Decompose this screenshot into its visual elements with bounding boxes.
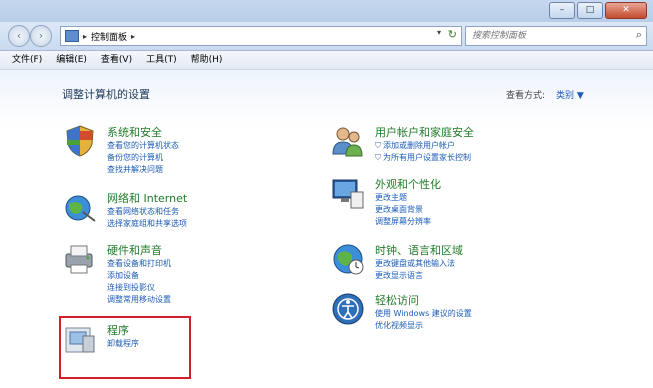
uac-shield-icon: ⛉ <box>375 153 381 162</box>
breadcrumb-separator[interactable]: ▸ <box>131 32 135 41</box>
back-arrow-icon: ‹ <box>16 29 22 42</box>
category-title[interactable]: 用户帐户和家庭安全 <box>375 124 474 140</box>
globe-clock-icon[interactable] <box>331 242 365 276</box>
shield-icon[interactable] <box>63 124 97 158</box>
link-add-remove-users[interactable]: ⛉ 添加或删除用户帐户 <box>375 140 471 152</box>
category-title[interactable]: 系统和安全 <box>107 124 162 140</box>
link-check-status[interactable]: 查看您的计算机状态 <box>107 140 179 152</box>
category-title[interactable]: 时钟、语言和区域 <box>375 242 463 258</box>
link-change-theme[interactable]: 更改主题 <box>375 192 431 204</box>
menu-tools[interactable]: 工具(T) <box>146 51 177 69</box>
highlight-box <box>59 316 191 379</box>
category-title[interactable]: 外观和个性化 <box>375 176 441 192</box>
link-keyboard-input[interactable]: 更改键盘或其他输入法 <box>375 258 455 270</box>
refresh-icon[interactable]: ↻ <box>448 28 457 41</box>
control-panel-icon <box>65 30 79 42</box>
minimize-button[interactable]: – <box>549 2 575 19</box>
link-network-status[interactable]: 查看网络状态和任务 <box>107 206 187 218</box>
window-controls: – □ ✕ <box>547 2 647 19</box>
close-icon: ✕ <box>622 5 630 15</box>
category-title[interactable]: 轻松访问 <box>375 292 419 308</box>
monitor-icon[interactable] <box>331 176 365 210</box>
menu-help[interactable]: 帮助(H) <box>191 51 223 69</box>
address-toolbar: ‹ › ▸ 控制面板 ▸ ▾ ↻ ⌕ <box>0 22 653 51</box>
uac-shield-icon: ⛉ <box>375 141 381 150</box>
link-add-device[interactable]: 添加设备 <box>107 270 171 282</box>
search-box[interactable]: ⌕ <box>465 26 647 46</box>
address-dropdown-icon[interactable]: ▾ <box>437 28 441 37</box>
menu-bar: 文件(F) 编辑(E) 查看(V) 工具(T) 帮助(H) <box>0 51 653 70</box>
link-backup[interactable]: 备份您的计算机 <box>107 152 179 164</box>
link-optimize-display[interactable]: 优化视频显示 <box>375 320 472 332</box>
title-bar: – □ ✕ <box>0 0 653 22</box>
menu-file[interactable]: 文件(F) <box>12 51 42 69</box>
view-by-label: 查看方式: <box>506 91 546 101</box>
link-projector[interactable]: 连接到投影仪 <box>107 282 171 294</box>
menu-edit[interactable]: 编辑(E) <box>56 51 87 69</box>
link-mobility[interactable]: 调整常用移动设置 <box>107 294 171 306</box>
globe-network-icon[interactable] <box>63 190 97 224</box>
minimize-icon: – <box>559 5 565 15</box>
menu-view[interactable]: 查看(V) <box>101 51 132 69</box>
category-title[interactable]: 网络和 Internet <box>107 190 187 206</box>
category-title[interactable]: 硬件和声音 <box>107 242 162 258</box>
link-display-language[interactable]: 更改显示语言 <box>375 270 455 282</box>
forward-arrow-icon: › <box>38 29 44 42</box>
link-homegroup[interactable]: 选择家庭组和共享选项 <box>107 218 187 230</box>
breadcrumb-control-panel[interactable]: 控制面板 <box>91 30 127 43</box>
link-desktop-background[interactable]: 更改桌面背景 <box>375 204 431 216</box>
ease-of-access-icon[interactable] <box>331 292 365 326</box>
users-icon[interactable] <box>331 124 365 158</box>
search-input[interactable] <box>470 27 624 45</box>
maximize-button[interactable]: □ <box>577 2 603 19</box>
close-button[interactable]: ✕ <box>605 2 647 19</box>
maximize-icon: □ <box>585 5 595 15</box>
content-area: 调整计算机的设置 查看方式: 类别 ▼ 系统和安全 查看您的计算机状态 备份您的… <box>0 70 653 388</box>
forward-button[interactable]: › <box>30 25 52 47</box>
view-by-dropdown[interactable]: 类别 ▼ <box>556 88 584 101</box>
breadcrumb-separator[interactable]: ▸ <box>83 32 87 41</box>
link-devices-printers[interactable]: 查看设备和打印机 <box>107 258 171 270</box>
back-button[interactable]: ‹ <box>8 25 30 47</box>
address-bar[interactable]: ▸ 控制面板 ▸ ▾ ↻ <box>60 26 462 46</box>
link-parental-controls[interactable]: ⛉ 为所有用户设置家长控制 <box>375 152 471 164</box>
link-recommended-settings[interactable]: 使用 Windows 建议的设置 <box>375 308 472 320</box>
page-title: 调整计算机的设置 <box>62 88 150 101</box>
printer-icon[interactable] <box>63 242 97 276</box>
link-troubleshoot[interactable]: 查找并解决问题 <box>107 164 179 176</box>
link-screen-resolution[interactable]: 调整屏幕分辨率 <box>375 216 431 228</box>
search-icon[interactable]: ⌕ <box>636 28 642 42</box>
